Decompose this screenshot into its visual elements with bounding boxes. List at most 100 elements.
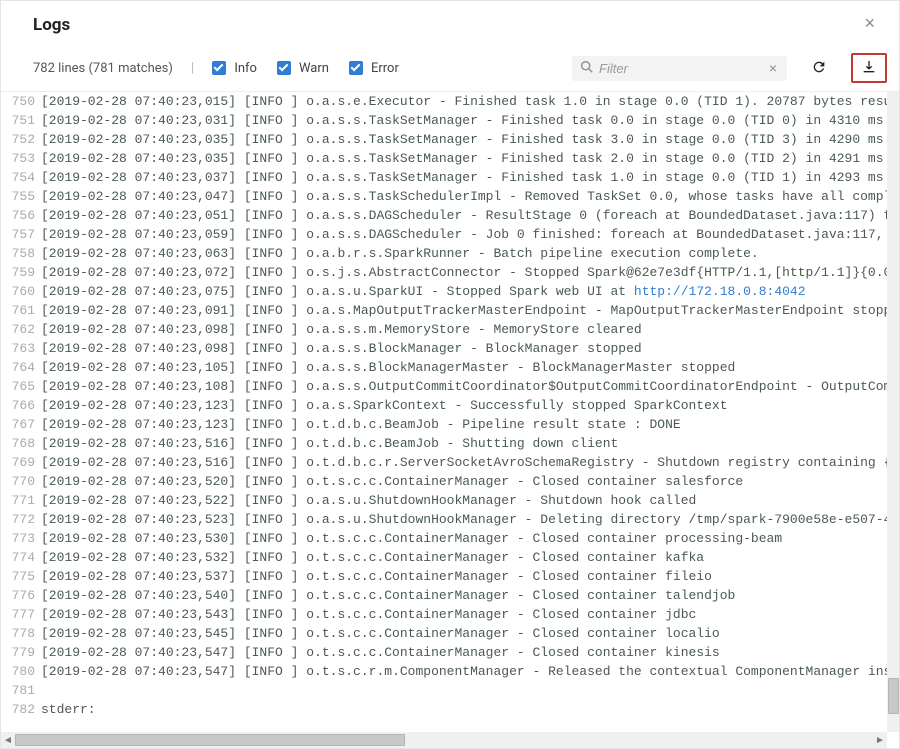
line-text: [2019-02-28 07:40:23,105] [INFO ] o.a.s.…	[41, 358, 735, 377]
log-line: 756[2019-02-28 07:40:23,051] [INFO ] o.a…	[1, 206, 899, 225]
line-text: [2019-02-28 07:40:23,047] [INFO ] o.a.s.…	[41, 187, 899, 206]
close-button[interactable]: ×	[858, 11, 881, 36]
line-text: [2019-02-28 07:40:23,037] [INFO ] o.a.s.…	[41, 168, 899, 187]
log-line: 771[2019-02-28 07:40:23,522] [INFO ] o.a…	[1, 491, 899, 510]
line-number: 773	[1, 529, 41, 548]
line-number: 774	[1, 548, 41, 567]
line-summary: 782 lines (781 matches)	[33, 61, 173, 76]
log-line: 770[2019-02-28 07:40:23,520] [INFO ] o.t…	[1, 472, 899, 491]
line-number: 779	[1, 643, 41, 662]
filter-label: Error	[371, 61, 399, 76]
line-text: [2019-02-28 07:40:23,543] [INFO ] o.t.s.…	[41, 605, 696, 624]
line-number: 762	[1, 320, 41, 339]
close-icon: ×	[769, 60, 777, 76]
line-text: [2019-02-28 07:40:23,108] [INFO ] o.a.s.…	[41, 377, 899, 396]
line-text: [2019-02-28 07:40:23,532] [INFO ] o.t.s.…	[41, 548, 704, 567]
log-line: 779[2019-02-28 07:40:23,547] [INFO ] o.t…	[1, 643, 899, 662]
filter-warn[interactable]: Warn	[277, 61, 329, 76]
log-line: 760[2019-02-28 07:40:23,075] [INFO ] o.a…	[1, 282, 899, 301]
clear-search-button[interactable]: ×	[765, 60, 781, 76]
line-number: 765	[1, 377, 41, 396]
checkbox-icon	[277, 61, 291, 75]
log-line: 778[2019-02-28 07:40:23,545] [INFO ] o.t…	[1, 624, 899, 643]
line-number: 750	[1, 92, 41, 111]
line-number: 763	[1, 339, 41, 358]
scroll-left-arrow[interactable]: ◄	[1, 733, 15, 747]
log-line: 769[2019-02-28 07:40:23,516] [INFO ] o.t…	[1, 453, 899, 472]
line-text: [2019-02-28 07:40:23,537] [INFO ] o.t.s.…	[41, 567, 712, 586]
line-number: 767	[1, 415, 41, 434]
log-line: 757[2019-02-28 07:40:23,059] [INFO ] o.a…	[1, 225, 899, 244]
line-number: 771	[1, 491, 41, 510]
line-text: [2019-02-28 07:40:23,075] [INFO ] o.a.s.…	[41, 282, 806, 301]
log-line: 758[2019-02-28 07:40:23,063] [INFO ] o.a…	[1, 244, 899, 263]
line-number: 755	[1, 187, 41, 206]
log-line: 752[2019-02-28 07:40:23,035] [INFO ] o.a…	[1, 130, 899, 149]
download-button[interactable]	[851, 53, 887, 83]
line-number: 759	[1, 263, 41, 282]
line-number: 761	[1, 301, 41, 320]
filter-label: Info	[234, 61, 257, 76]
line-text: stderr:	[41, 700, 96, 719]
line-text: [2019-02-28 07:40:23,530] [INFO ] o.t.s.…	[41, 529, 782, 548]
log-line: 773[2019-02-28 07:40:23,530] [INFO ] o.t…	[1, 529, 899, 548]
line-number: 751	[1, 111, 41, 130]
line-number: 772	[1, 510, 41, 529]
line-text: [2019-02-28 07:40:23,523] [INFO ] o.a.s.…	[41, 510, 899, 529]
log-line: 764[2019-02-28 07:40:23,105] [INFO ] o.a…	[1, 358, 899, 377]
line-number: 753	[1, 149, 41, 168]
line-number: 758	[1, 244, 41, 263]
log-line: 766[2019-02-28 07:40:23,123] [INFO ] o.a…	[1, 396, 899, 415]
line-number: 764	[1, 358, 41, 377]
logs-modal: Logs × 782 lines (781 matches) | Info Wa…	[0, 0, 900, 749]
toolbar: 782 lines (781 matches) | Info Warn Erro…	[1, 45, 899, 92]
url-link[interactable]: http://172.18.0.8:4042	[634, 284, 806, 299]
line-number: 768	[1, 434, 41, 453]
log-line: 750[2019-02-28 07:40:23,015] [INFO ] o.a…	[1, 92, 899, 111]
line-number: 777	[1, 605, 41, 624]
line-number: 756	[1, 206, 41, 225]
log-line: 775[2019-02-28 07:40:23,537] [INFO ] o.t…	[1, 567, 899, 586]
line-text: [2019-02-28 07:40:23,540] [INFO ] o.t.s.…	[41, 586, 735, 605]
log-line: 753[2019-02-28 07:40:23,035] [INFO ] o.a…	[1, 149, 899, 168]
log-scroll-area[interactable]: 750[2019-02-28 07:40:23,015] [INFO ] o.a…	[1, 92, 899, 748]
filter-info[interactable]: Info	[212, 61, 257, 76]
refresh-button[interactable]	[801, 53, 837, 83]
line-number: 769	[1, 453, 41, 472]
separator: |	[191, 60, 194, 76]
log-line: 759[2019-02-28 07:40:23,072] [INFO ] o.s…	[1, 263, 899, 282]
line-text: [2019-02-28 07:40:23,123] [INFO ] o.a.s.…	[41, 396, 728, 415]
search-input[interactable]	[599, 61, 765, 76]
line-text: [2019-02-28 07:40:23,091] [INFO ] o.a.s.…	[41, 301, 899, 320]
log-line: 761[2019-02-28 07:40:23,091] [INFO ] o.a…	[1, 301, 899, 320]
log-line: 755[2019-02-28 07:40:23,047] [INFO ] o.a…	[1, 187, 899, 206]
line-text: [2019-02-28 07:40:23,072] [INFO ] o.s.j.…	[41, 263, 899, 282]
line-number: 780	[1, 662, 41, 681]
horizontal-scrollbar[interactable]: ◄ ►	[1, 732, 887, 748]
log-line: 772[2019-02-28 07:40:23,523] [INFO ] o.a…	[1, 510, 899, 529]
vertical-scrollbar[interactable]	[887, 92, 899, 732]
log-line: 776[2019-02-28 07:40:23,540] [INFO ] o.t…	[1, 586, 899, 605]
scrollbar-thumb[interactable]	[888, 678, 899, 714]
line-number: 757	[1, 225, 41, 244]
scroll-right-arrow[interactable]: ►	[873, 733, 887, 747]
line-text: [2019-02-28 07:40:23,051] [INFO ] o.a.s.…	[41, 206, 899, 225]
log-line: 762[2019-02-28 07:40:23,098] [INFO ] o.a…	[1, 320, 899, 339]
line-number: 781	[1, 681, 41, 700]
line-text: [2019-02-28 07:40:23,547] [INFO ] o.t.s.…	[41, 662, 899, 681]
line-number: 782	[1, 700, 41, 719]
scrollbar-thumb[interactable]	[15, 734, 405, 746]
line-number: 778	[1, 624, 41, 643]
line-text: [2019-02-28 07:40:23,015] [INFO ] o.a.s.…	[41, 92, 899, 111]
log-viewport: 750[2019-02-28 07:40:23,015] [INFO ] o.a…	[1, 92, 899, 748]
log-line: 754[2019-02-28 07:40:23,037] [INFO ] o.a…	[1, 168, 899, 187]
line-text: [2019-02-28 07:40:23,123] [INFO ] o.t.d.…	[41, 415, 681, 434]
filter-error[interactable]: Error	[349, 61, 399, 76]
modal-header: Logs ×	[1, 1, 899, 45]
log-line: 777[2019-02-28 07:40:23,543] [INFO ] o.t…	[1, 605, 899, 624]
search-box: ×	[572, 56, 787, 81]
line-text: [2019-02-28 07:40:23,059] [INFO ] o.a.s.…	[41, 225, 899, 244]
line-text: [2019-02-28 07:40:23,035] [INFO ] o.a.s.…	[41, 130, 899, 149]
search-icon	[580, 60, 593, 77]
checkbox-icon	[349, 61, 363, 75]
